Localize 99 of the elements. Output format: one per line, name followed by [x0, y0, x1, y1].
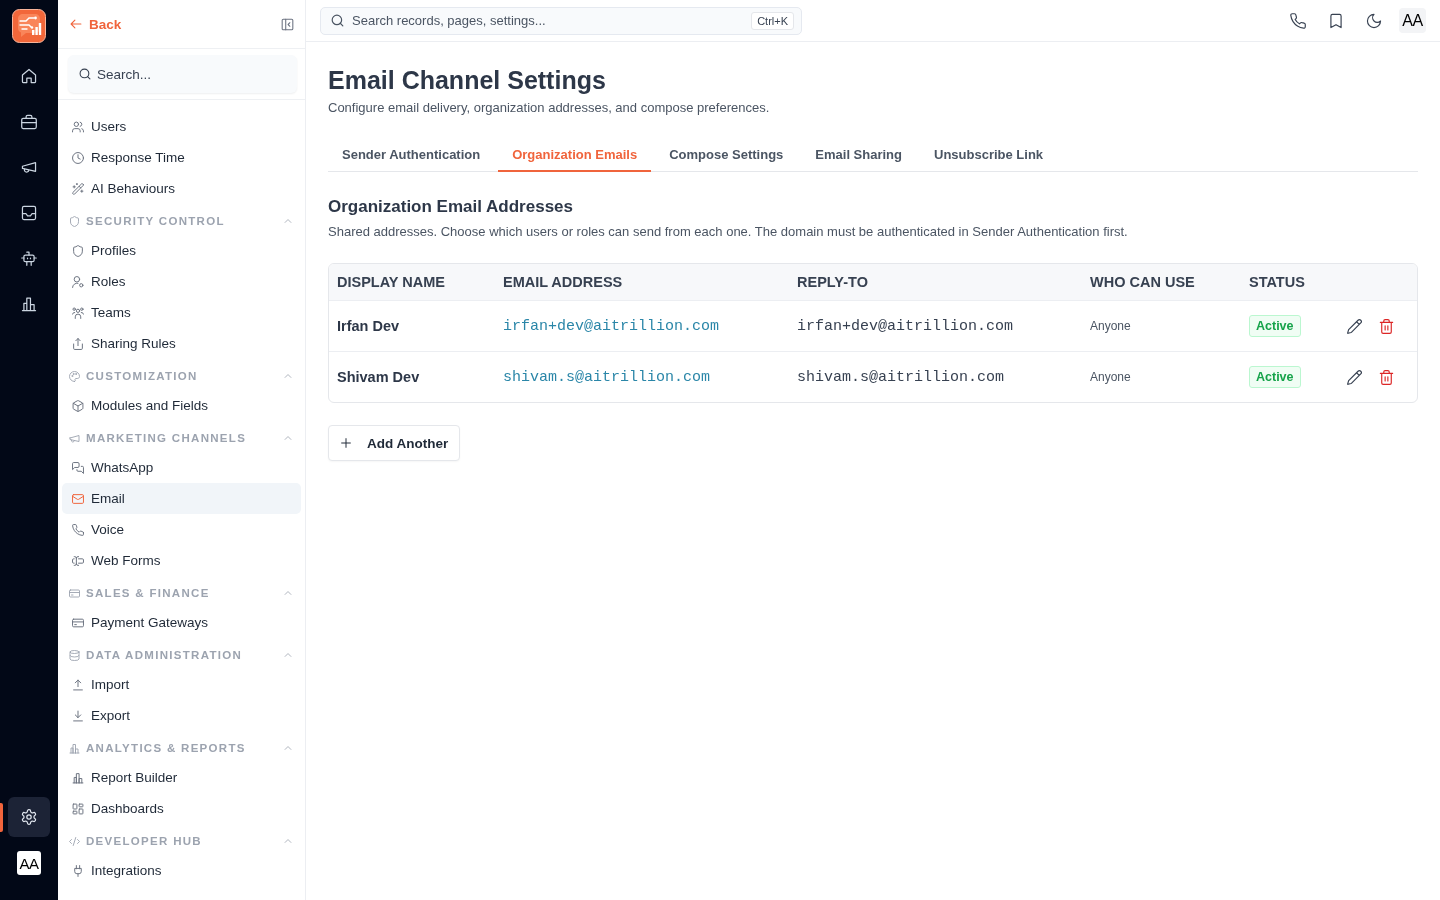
sidebar-item[interactable]: Modules and Fields	[62, 390, 301, 421]
section-title: Organization Email Addresses	[328, 196, 574, 218]
email-cell-text: irfan+dev@aitrillion.com	[502, 316, 721, 337]
sidebar-item[interactable]: Teams	[62, 297, 301, 328]
email-cell-text: shivam.s@aitrillion.com	[502, 367, 712, 388]
user-avatar[interactable]: AA	[1399, 8, 1426, 33]
tab[interactable]: Compose Settings	[655, 138, 798, 172]
bar-chart-icon	[21, 295, 37, 312]
magic-wand-icon	[72, 182, 84, 195]
chevron-up-icon	[284, 589, 292, 597]
card-icon	[69, 587, 80, 599]
column-header: DISPLAY NAME	[336, 273, 446, 292]
table-cell-text: Anyone	[1089, 318, 1132, 335]
sidebar-item[interactable]: Web Forms	[62, 545, 301, 576]
cube-icon	[72, 399, 84, 412]
sidebar-item[interactable]: Sharing Rules	[62, 328, 301, 359]
pencil-icon	[1346, 318, 1362, 334]
search-icon	[331, 14, 344, 27]
text-cursor-icon	[72, 554, 84, 567]
shield-icon	[69, 215, 80, 227]
section-description: Shared addresses. Choose which users or roles can send from each one. The domain must be authenticated in Sender Authentication first.	[328, 224, 1129, 240]
tab[interactable]: Unsubscribe Link	[920, 138, 1058, 172]
user-icon	[72, 275, 84, 288]
status-badge: Active	[1249, 315, 1301, 337]
column-header: STATUS	[1248, 273, 1306, 292]
sidebar-item[interactable]: Export	[62, 700, 301, 731]
grid-icon	[72, 802, 84, 815]
sidebar-item[interactable]: Email	[62, 483, 301, 514]
chevron-up-icon	[284, 372, 292, 380]
inbox-tray-icon	[21, 204, 37, 221]
tab[interactable]: Email Sharing	[801, 138, 916, 172]
users-icon	[72, 120, 84, 133]
bar-chart-icon	[72, 771, 84, 784]
logo-icon	[12, 9, 46, 43]
sidebar-item[interactable]: AI Behaviours	[62, 173, 301, 204]
column-header: WHO CAN USE	[1089, 273, 1196, 292]
sidebar-item[interactable]: Voice	[62, 514, 301, 545]
briefcase-icon	[21, 113, 37, 130]
sidebar-item[interactable]: Users	[62, 111, 301, 142]
column-header: EMAIL ADDRESS	[502, 273, 624, 292]
palette-icon	[69, 370, 80, 382]
plus-icon	[340, 437, 352, 449]
chevron-up-icon	[284, 434, 292, 442]
chevron-up-icon	[284, 744, 292, 752]
search-field[interactable]: Search...	[68, 55, 297, 93]
add-another-button[interactable]: Add Another	[328, 425, 461, 461]
people-group-icon	[72, 306, 84, 319]
sidebar-item[interactable]: Response Time	[62, 142, 301, 173]
chevron-up-icon	[284, 837, 292, 845]
shield-icon	[72, 244, 84, 257]
home-icon	[21, 68, 37, 84]
search-icon	[79, 68, 91, 80]
arrow-left-icon	[70, 18, 82, 30]
moon-icon	[1366, 12, 1382, 29]
page-title: Email Channel Settings	[328, 65, 607, 96]
nav-button[interactable]	[8, 797, 50, 837]
phone-icon	[1290, 12, 1306, 29]
sidebar-item[interactable]: WhatsApp	[62, 452, 301, 483]
collapse-sidebar-button[interactable]	[281, 17, 294, 31]
card-icon	[72, 616, 84, 629]
plug-icon	[72, 864, 84, 877]
table-cell-text: Irfan Dev	[336, 317, 401, 336]
bookmark-icon	[1328, 12, 1344, 29]
megaphone-icon	[21, 159, 37, 175]
download-icon	[72, 709, 84, 722]
code-icon	[69, 835, 80, 847]
tab[interactable]: Sender Authentication	[328, 138, 495, 172]
envelope-icon	[72, 492, 84, 505]
sidebar-item[interactable]: Payment Gateways	[62, 607, 301, 638]
bar-chart-icon	[69, 742, 80, 754]
user-avatar[interactable]: AA	[17, 851, 41, 875]
clock-icon	[72, 151, 84, 164]
database-icon	[69, 649, 80, 661]
trash-icon	[1378, 318, 1394, 334]
sidebar-item[interactable]: Integrations	[62, 855, 301, 886]
chevron-up-icon	[284, 651, 292, 659]
share-icon	[72, 337, 84, 350]
trash-icon	[1378, 369, 1394, 385]
table-cell-text: Anyone	[1089, 369, 1132, 386]
sidebar-item[interactable]: Profiles	[62, 235, 301, 266]
phone-icon	[72, 523, 84, 536]
table-cell-text: Shivam Dev	[336, 368, 421, 387]
sidebar-panel-icon	[281, 17, 294, 31]
upload-icon	[72, 678, 84, 691]
status-badge: Active	[1249, 366, 1301, 388]
sidebar-item[interactable]: Dashboards	[62, 793, 301, 824]
sidebar-item[interactable]: Import	[62, 669, 301, 700]
pencil-icon	[1346, 369, 1362, 385]
chevron-up-icon	[284, 217, 292, 225]
page-subtitle: Configure email delivery, organization addresses, and compose preferences.	[328, 100, 771, 116]
table-cell-text: irfan+dev@aitrillion.com	[796, 316, 1015, 337]
column-header: REPLY-TO	[796, 273, 869, 292]
sidebar-item[interactable]: Report Builder	[62, 762, 301, 793]
megaphone-icon	[69, 432, 80, 444]
sidebar-item[interactable]: Roles	[62, 266, 301, 297]
chat-bubbles-icon	[72, 461, 84, 474]
settings-icon	[21, 809, 37, 825]
robot-icon	[21, 250, 37, 266]
table-cell-text: shivam.s@aitrillion.com	[796, 367, 1006, 388]
